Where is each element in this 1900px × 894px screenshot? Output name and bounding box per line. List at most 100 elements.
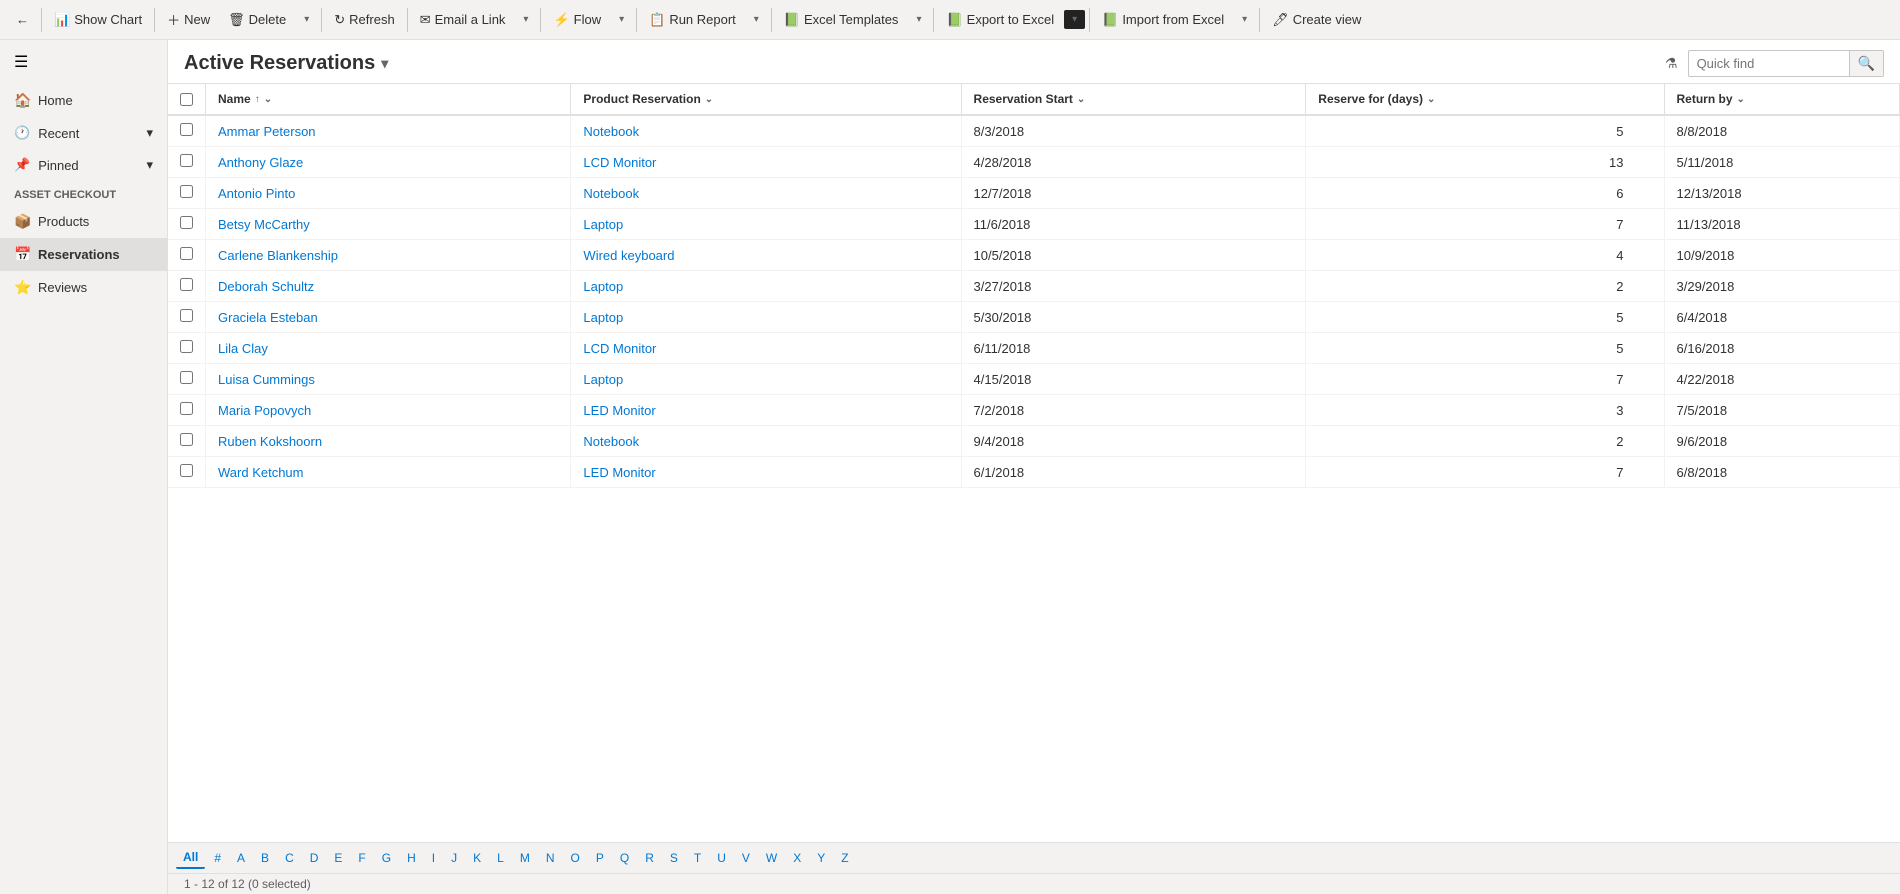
pagination-letter-j[interactable]: J [444, 848, 464, 868]
col-product[interactable]: Product Reservation ⌄ [571, 84, 961, 115]
row-checkbox[interactable] [180, 247, 193, 260]
refresh-button[interactable]: ↻ Refresh [326, 8, 402, 32]
pagination-letter-u[interactable]: U [710, 848, 733, 868]
pagination-letter-q[interactable]: Q [613, 848, 636, 868]
pagination-letter-o[interactable]: O [564, 848, 587, 868]
product-link[interactable]: Laptop [583, 217, 623, 232]
export-excel-dropdown[interactable]: ▾ [1064, 10, 1085, 29]
excel-templates-button[interactable]: 📗 Excel Templates [776, 8, 907, 32]
row-checkbox[interactable] [180, 154, 193, 167]
product-link[interactable]: Laptop [583, 372, 623, 387]
flow-button[interactable]: ⚡ Flow [545, 8, 609, 32]
pagination-letter-i[interactable]: I [425, 848, 442, 868]
pagination-letter-z[interactable]: Z [834, 848, 855, 868]
product-link[interactable]: Notebook [583, 186, 639, 201]
pagination-letter-r[interactable]: R [638, 848, 661, 868]
product-link[interactable]: Laptop [583, 310, 623, 325]
product-link[interactable]: Notebook [583, 434, 639, 449]
name-link[interactable]: Lila Clay [218, 341, 268, 356]
import-excel-button[interactable]: 📗 Import from Excel [1094, 8, 1232, 32]
select-all-checkbox[interactable] [180, 93, 193, 106]
col-days[interactable]: Reserve for (days) ⌄ [1306, 84, 1664, 115]
quick-find-button[interactable]: 🔍 [1849, 51, 1883, 76]
pagination-letter-a[interactable]: A [230, 848, 252, 868]
sidebar-item-reviews[interactable]: ⭐ Reviews [0, 271, 167, 304]
excel-templates-dropdown[interactable]: ▾ [908, 10, 929, 29]
name-link[interactable]: Ruben Kokshoorn [218, 434, 322, 449]
col-start[interactable]: Reservation Start ⌄ [961, 84, 1306, 115]
pagination-letter-c[interactable]: C [278, 848, 301, 868]
pagination-letter-s[interactable]: S [663, 848, 685, 868]
name-link[interactable]: Deborah Schultz [218, 279, 314, 294]
row-checkbox[interactable] [180, 433, 193, 446]
name-link[interactable]: Antonio Pinto [218, 186, 295, 201]
name-link[interactable]: Carlene Blankenship [218, 248, 338, 263]
delete-dropdown[interactable]: ▾ [296, 10, 317, 29]
delete-button[interactable]: 🗑 Delete [220, 8, 294, 32]
pagination-letter-l[interactable]: L [490, 848, 511, 868]
row-checkbox[interactable] [180, 309, 193, 322]
import-excel-dropdown[interactable]: ▾ [1234, 10, 1255, 29]
flow-dropdown[interactable]: ▾ [611, 10, 632, 29]
pagination-letter-x[interactable]: X [786, 848, 808, 868]
row-checkbox[interactable] [180, 371, 193, 384]
pagination-letter-h[interactable]: H [400, 848, 423, 868]
filter-icon[interactable]: ⚗ [1661, 51, 1682, 76]
pagination-letter-e[interactable]: E [327, 848, 349, 868]
pagination-letter-p[interactable]: P [589, 848, 611, 868]
hamburger-menu[interactable]: ☰ [0, 40, 167, 84]
pagination-letter-all[interactable]: All [176, 847, 205, 869]
pagination-letter-k[interactable]: K [466, 848, 488, 868]
pagination-letter-#[interactable]: # [207, 848, 228, 868]
quick-find-input[interactable] [1689, 52, 1849, 75]
back-button[interactable]: ← [8, 8, 37, 31]
col-return[interactable]: Return by ⌄ [1664, 84, 1899, 115]
create-view-button[interactable]: 🖊 Create view [1264, 8, 1369, 32]
name-link[interactable]: Graciela Esteban [218, 310, 318, 325]
pagination-letter-y[interactable]: Y [810, 848, 832, 868]
row-checkbox[interactable] [180, 464, 193, 477]
product-link[interactable]: LCD Monitor [583, 341, 656, 356]
run-report-dropdown[interactable]: ▾ [746, 10, 767, 29]
pagination-letter-v[interactable]: V [735, 848, 757, 868]
name-link[interactable]: Anthony Glaze [218, 155, 303, 170]
pagination-letter-g[interactable]: G [375, 848, 398, 868]
export-excel-button[interactable]: 📗 Export to Excel [938, 8, 1062, 32]
col-name[interactable]: Name ↑ ⌄ [206, 84, 571, 115]
pagination-letter-b[interactable]: B [254, 848, 276, 868]
product-link[interactable]: LCD Monitor [583, 155, 656, 170]
view-title-chevron-icon[interactable]: ▾ [381, 55, 388, 72]
row-checkbox[interactable] [180, 123, 193, 136]
sidebar-item-products[interactable]: 📦 Products [0, 205, 167, 238]
pagination-letter-t[interactable]: T [687, 848, 708, 868]
sidebar-item-reservations[interactable]: 📅 Reservations [0, 238, 167, 271]
pagination-letter-w[interactable]: W [759, 848, 784, 868]
product-link[interactable]: Wired keyboard [583, 248, 674, 263]
pagination-letter-d[interactable]: D [303, 848, 326, 868]
row-checkbox[interactable] [180, 340, 193, 353]
run-report-button[interactable]: 📋 Run Report [641, 8, 744, 32]
pagination-letter-m[interactable]: M [513, 848, 537, 868]
name-link[interactable]: Luisa Cummings [218, 372, 315, 387]
new-button[interactable]: ＋ New [159, 6, 218, 33]
row-checkbox[interactable] [180, 185, 193, 198]
row-checkbox[interactable] [180, 216, 193, 229]
sidebar-item-home[interactable]: 🏠 Home [0, 84, 167, 117]
show-chart-button[interactable]: 📊 Show Chart [46, 8, 150, 32]
email-link-dropdown[interactable]: ▾ [515, 10, 536, 29]
sidebar-item-pinned[interactable]: 📌 Pinned ▾ [0, 149, 167, 181]
row-checkbox[interactable] [180, 278, 193, 291]
name-link[interactable]: Maria Popovych [218, 403, 311, 418]
name-link[interactable]: Ward Ketchum [218, 465, 304, 480]
name-link[interactable]: Betsy McCarthy [218, 217, 310, 232]
product-link[interactable]: LED Monitor [583, 465, 655, 480]
pagination-letter-f[interactable]: F [351, 848, 372, 868]
product-link[interactable]: Laptop [583, 279, 623, 294]
name-link[interactable]: Ammar Peterson [218, 124, 316, 139]
product-link[interactable]: Notebook [583, 124, 639, 139]
product-link[interactable]: LED Monitor [583, 403, 655, 418]
sidebar-item-recent[interactable]: 🕐 Recent ▾ [0, 117, 167, 149]
email-link-button[interactable]: ✉ Email a Link [412, 8, 514, 32]
row-checkbox[interactable] [180, 402, 193, 415]
pagination-letter-n[interactable]: N [539, 848, 562, 868]
